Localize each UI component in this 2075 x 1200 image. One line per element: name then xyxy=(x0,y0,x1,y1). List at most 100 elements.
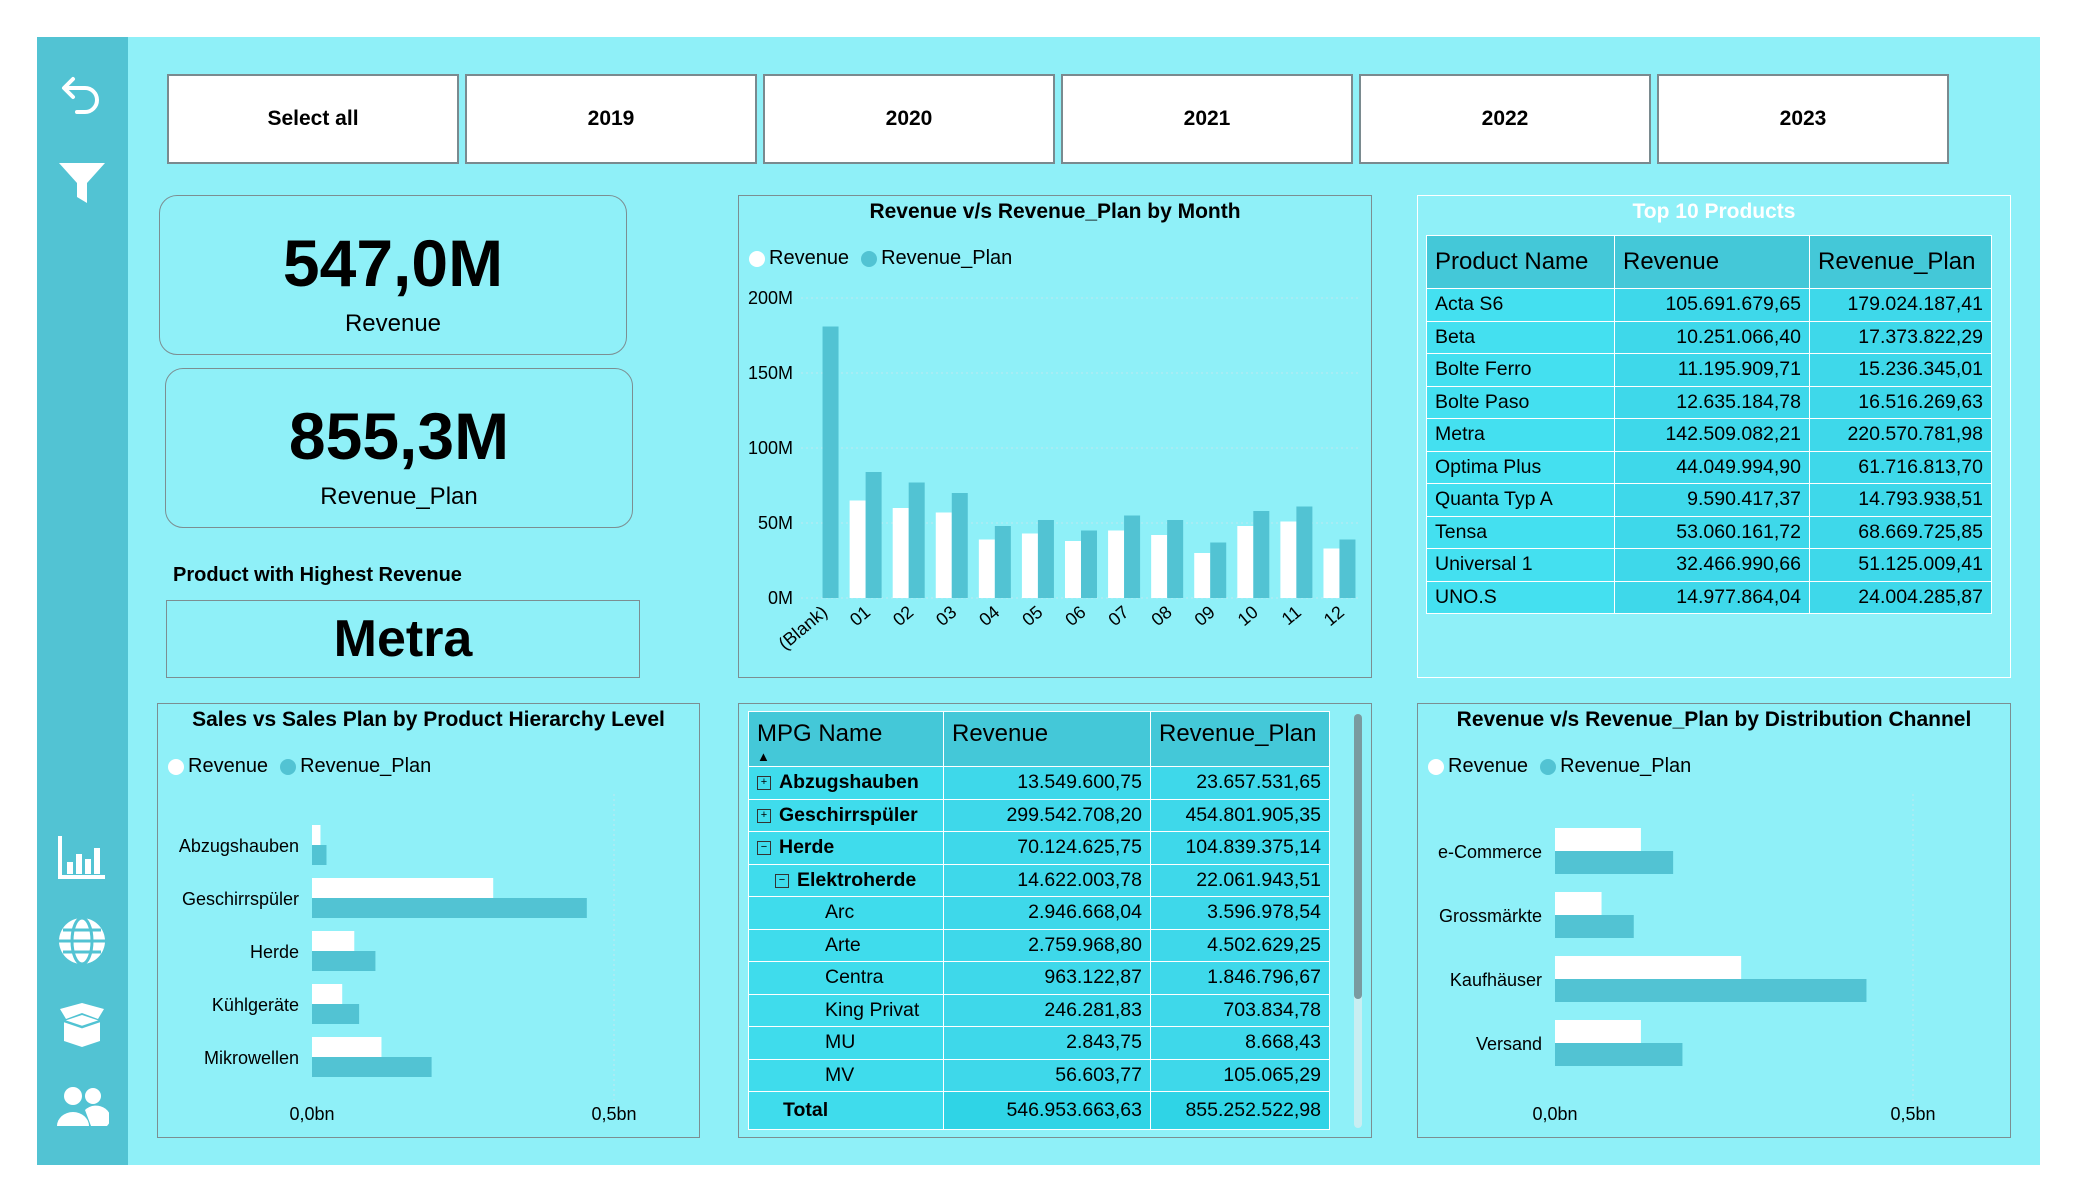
bar-revenue xyxy=(1108,530,1125,598)
table-row[interactable]: Arte 2.759.968,80 4.502.629,25 xyxy=(748,928,1330,962)
table-row[interactable]: + Geschirrspüler 299.542.708,20 454.801.905… xyxy=(748,798,1330,832)
mpg-name-cell: MU xyxy=(748,1026,944,1060)
mpg-name-cell: − Herde xyxy=(748,831,944,865)
col-product-name[interactable]: Product Name xyxy=(1426,235,1615,289)
revenue-cell: 12.635.184,78 xyxy=(1614,385,1810,419)
col-revenue[interactable]: Revenue xyxy=(943,711,1151,767)
x-tick-label: 07 xyxy=(1104,602,1132,630)
bar-revenue xyxy=(312,931,355,951)
revenue-plan-cell: 51.125.009,41 xyxy=(1809,548,1992,582)
mpg-name-cell: MV xyxy=(748,1058,944,1092)
filter-icon[interactable] xyxy=(55,155,109,209)
revenue-plan-cell: 14.793.938,51 xyxy=(1809,483,1992,517)
table-row[interactable]: Universal 1 32.466.990,66 51.125.009,41 xyxy=(1426,548,1992,582)
revenue-plan-cell: 4.502.629,25 xyxy=(1150,928,1330,962)
sort-ascending-icon[interactable]: ▲ xyxy=(757,749,770,764)
table-row[interactable]: MV 56.603,77 105.065,29 xyxy=(748,1058,1330,1092)
product-name-cell: Acta S6 xyxy=(1426,288,1615,322)
table-row[interactable]: − Elektroherde 14.622.003,78 22.061.943,51 xyxy=(748,863,1330,897)
bar-revenue xyxy=(1555,1020,1641,1043)
expand-icon[interactable]: + xyxy=(757,808,771,823)
revenue-cell: 32.466.990,66 xyxy=(1614,548,1810,582)
slicer-2023[interactable]: 2023 xyxy=(1657,74,1949,164)
scrollbar-thumb[interactable] xyxy=(1354,714,1362,999)
table-row[interactable]: Bolte Paso 12.635.184,78 16.516.269,63 xyxy=(1426,385,1992,419)
product-name-cell: Metra xyxy=(1426,418,1615,452)
slicer-2021[interactable]: 2021 xyxy=(1061,74,1353,164)
x-tick-label: 09 xyxy=(1191,602,1219,630)
revenue-cell: 246.281,83 xyxy=(943,993,1151,1027)
col-mpg-name-label: MPG Name xyxy=(757,720,883,747)
table-row[interactable]: King Privat 246.281,83 703.834,78 xyxy=(748,993,1330,1027)
expand-icon[interactable]: + xyxy=(757,776,771,791)
mpg-name-cell: + Abzugshauben xyxy=(748,766,944,800)
back-icon[interactable] xyxy=(55,69,109,123)
table-row[interactable]: Centra 963.122,87 1.846.796,67 xyxy=(748,961,1330,995)
revenue-cell: 105.691.679,65 xyxy=(1614,288,1810,322)
chart-icon[interactable] xyxy=(55,830,109,884)
x-tick-label: 05 xyxy=(1018,602,1046,630)
category-label: Kaufhäuser xyxy=(1450,970,1542,990)
top-products-table: Product Name Revenue Revenue_Plan Acta S… xyxy=(1426,235,1992,614)
col-mpg-name[interactable]: MPG Name ▲ xyxy=(748,711,944,767)
bar-revenue-plan xyxy=(908,482,925,598)
table-row[interactable]: − Herde 70.124.625,75 104.839.375,14 xyxy=(748,831,1330,865)
table-row[interactable]: + Abzugshauben 13.549.600,75 23.657.531,65 xyxy=(748,766,1330,800)
x-tick-label: 11 xyxy=(1278,602,1305,629)
revenue-plan-cell: 105.065,29 xyxy=(1150,1058,1330,1092)
users-icon[interactable] xyxy=(55,1080,109,1134)
revenue-plan-cell: 454.801.905,35 xyxy=(1150,798,1330,832)
bar-revenue xyxy=(312,878,494,898)
bar-revenue-plan xyxy=(1339,539,1356,598)
y-tick-label: 150M xyxy=(748,363,793,383)
bar-revenue-plan xyxy=(312,845,327,865)
revenue-cell: 70.124.625,75 xyxy=(943,831,1151,865)
revenue-cell: 963.122,87 xyxy=(943,961,1151,995)
revenue-cell: 142.509.082,21 xyxy=(1614,418,1810,452)
mpg-name-label: MV xyxy=(825,1063,855,1086)
slicer-2022[interactable]: 2022 xyxy=(1359,74,1651,164)
revenue-plan-cell: 61.716.813,70 xyxy=(1809,450,1992,484)
revenue-cell: 56.603,77 xyxy=(943,1058,1151,1092)
product-name-cell: Tensa xyxy=(1426,515,1615,549)
table-row[interactable]: Optima Plus 44.049.994,90 61.716.813,70 xyxy=(1426,450,1992,484)
product-name-cell: Universal 1 xyxy=(1426,548,1615,582)
scrollbar-track[interactable] xyxy=(1354,714,1362,1128)
x-tick-label: 0,5bn xyxy=(1890,1104,1935,1124)
mpg-name-cell: King Privat xyxy=(748,993,944,1027)
revenue-cell: 2.946.668,04 xyxy=(943,896,1151,930)
globe-icon[interactable] xyxy=(55,914,109,968)
col-revenue[interactable]: Revenue xyxy=(1614,235,1810,289)
mpg-name-label: Herde xyxy=(779,836,835,859)
bar-revenue-plan xyxy=(312,1004,360,1024)
collapse-icon[interactable]: − xyxy=(775,873,789,888)
x-tick-label: 0,5bn xyxy=(591,1104,636,1124)
product-name-cell: Beta xyxy=(1426,320,1615,354)
total-label: Total xyxy=(748,1091,944,1130)
table-row[interactable]: Arc 2.946.668,04 3.596.978,54 xyxy=(748,896,1330,930)
table-row[interactable]: MU 2.843,75 8.668,43 xyxy=(748,1026,1330,1060)
table-row[interactable]: Quanta Typ A 9.590.417,37 14.793.938,51 xyxy=(1426,483,1992,517)
box-icon[interactable] xyxy=(55,997,109,1051)
revenue-cell: 14.622.003,78 xyxy=(943,863,1151,897)
table-row[interactable]: Bolte Ferro 11.195.909,71 15.236.345,01 xyxy=(1426,353,1992,387)
revenue-cell: 2.759.968,80 xyxy=(943,928,1151,962)
table-row[interactable]: UNO.S 14.977.864,04 24.004.285,87 xyxy=(1426,580,1992,614)
slicer-2019[interactable]: 2019 xyxy=(465,74,757,164)
slicer-2020[interactable]: 2020 xyxy=(763,74,1055,164)
bar-revenue-plan xyxy=(1124,515,1141,598)
col-revenue-plan[interactable]: Revenue_Plan xyxy=(1150,711,1330,767)
table-row[interactable]: Tensa 53.060.161,72 68.669.725,85 xyxy=(1426,515,1992,549)
col-revenue-plan[interactable]: Revenue_Plan xyxy=(1809,235,1992,289)
category-label: Grossmärkte xyxy=(1439,906,1542,926)
month-chart-panel: Revenue v/s Revenue_Plan by Month Revenu… xyxy=(738,195,1372,678)
bar-revenue xyxy=(935,512,952,598)
revenue-cell: 14.977.864,04 xyxy=(1614,580,1810,614)
table-row[interactable]: Beta 10.251.066,40 17.373.822,29 xyxy=(1426,320,1992,354)
product-name-cell: UNO.S xyxy=(1426,580,1615,614)
collapse-icon[interactable]: − xyxy=(757,841,771,856)
bar-revenue xyxy=(312,1037,382,1057)
table-row[interactable]: Metra 142.509.082,21 220.570.781,98 xyxy=(1426,418,1992,452)
slicer-select-all[interactable]: Select all xyxy=(167,74,459,164)
table-row[interactable]: Acta S6 105.691.679,65 179.024.187,41 xyxy=(1426,288,1992,322)
